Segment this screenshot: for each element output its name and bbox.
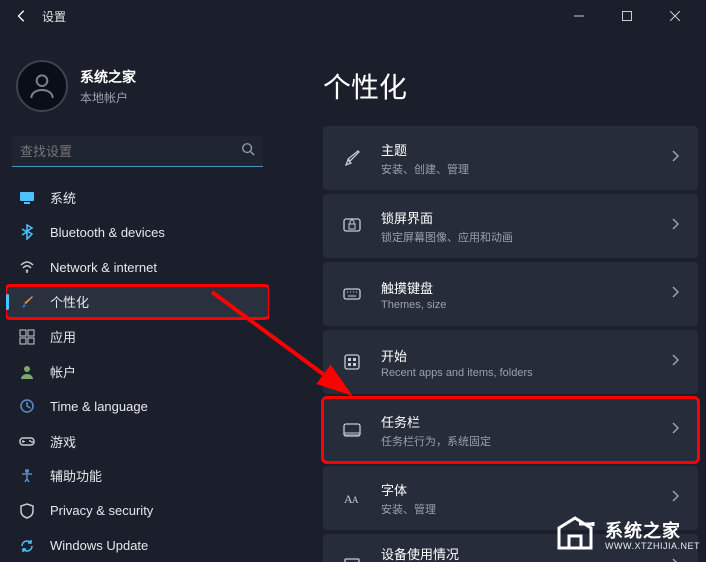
- chevron-right-icon: [670, 217, 680, 235]
- setting-title: 锁屏界面: [381, 208, 652, 227]
- sidebar-item-label: Privacy & security: [50, 503, 153, 518]
- setting-text: 触摸键盘 Themes, size: [381, 278, 652, 311]
- user-name: 系统之家: [80, 67, 136, 87]
- setting-text: 开始 Recent apps and items, folders: [381, 346, 652, 379]
- chevron-right-icon: [670, 421, 680, 439]
- search-box[interactable]: [12, 136, 263, 167]
- setting-item-taskbar[interactable]: 任务栏任务栏行为，系统固定: [323, 398, 698, 462]
- back-button[interactable]: [8, 2, 36, 30]
- maximize-button[interactable]: [604, 2, 650, 30]
- setting-subtitle: 任务栏行为，系统固定: [381, 433, 652, 449]
- setting-subtitle: 安装、创建、管理: [381, 161, 652, 177]
- setting-item-themes[interactable]: 主题安装、创建、管理: [323, 126, 698, 190]
- sidebar-item-privacy[interactable]: Privacy & security: [6, 494, 269, 527]
- setting-subtitle: Themes, size: [381, 299, 652, 311]
- chevron-right-icon: [670, 285, 680, 303]
- sidebar-item-apps[interactable]: 应用: [6, 320, 269, 353]
- setting-title: 字体: [381, 480, 652, 499]
- watermark-url: WWW.XTZHIJIA.NET: [605, 541, 700, 551]
- fonts-icon: AA: [341, 487, 363, 509]
- sidebar-item-accounts[interactable]: 帐户: [6, 355, 269, 388]
- minimize-button[interactable]: [556, 2, 602, 30]
- setting-item-touchkbd[interactable]: 触摸键盘 Themes, size: [323, 262, 698, 326]
- chevron-right-icon: [670, 557, 680, 562]
- setting-text: 任务栏任务栏行为，系统固定: [381, 412, 652, 449]
- sidebar-item-label: 应用: [50, 327, 76, 346]
- sidebar-item-time[interactable]: Time & language: [6, 390, 269, 423]
- watermark-text: 系统之家: [605, 517, 700, 543]
- chevron-right-icon: [670, 489, 680, 507]
- svg-text:A: A: [352, 495, 359, 505]
- setting-title: 主题: [381, 140, 652, 159]
- setting-title: 开始: [381, 346, 652, 365]
- setting-text: 锁屏界面锁定屏幕图像、应用和动画: [381, 208, 652, 245]
- keyboard-icon: [341, 283, 363, 305]
- sidebar-item-label: Network & internet: [50, 260, 157, 275]
- sidebar-item-label: 游戏: [50, 432, 76, 451]
- person-icon: [18, 363, 36, 381]
- window-title: 设置: [42, 8, 66, 25]
- sidebar-item-label: 系统: [50, 188, 76, 207]
- sidebar-item-label: 辅助功能: [50, 466, 102, 485]
- sidebar-item-bluetooth[interactable]: Bluetooth & devices: [6, 216, 269, 249]
- sidebar-item-accessibility[interactable]: 辅助功能: [6, 460, 269, 493]
- titlebar: 设置: [0, 0, 706, 32]
- lock-icon: [341, 215, 363, 237]
- update-icon: [18, 537, 36, 555]
- setting-title: 触摸键盘: [381, 278, 652, 297]
- shield-icon: [18, 502, 36, 520]
- paint-icon: [341, 147, 363, 169]
- sidebar-item-label: Time & language: [50, 399, 148, 414]
- apps-icon: [18, 328, 36, 346]
- sidebar-item-label: 个性化: [50, 292, 89, 311]
- chevron-right-icon: [670, 353, 680, 371]
- sidebar-item-update[interactable]: Windows Update: [6, 529, 269, 562]
- setting-item-start[interactable]: 开始 Recent apps and items, folders: [323, 330, 698, 394]
- close-button[interactable]: [652, 2, 698, 30]
- sidebar-item-gaming[interactable]: 游戏: [6, 425, 269, 458]
- monitor-icon: [18, 189, 36, 207]
- nav-list: 系统 Bluetooth & devices Network & internet 个…: [6, 181, 269, 562]
- avatar: [16, 60, 68, 112]
- gamepad-icon: [18, 432, 36, 450]
- setting-subtitle: 锁定屏幕图像、应用和动画: [381, 229, 652, 245]
- accessibility-icon: [18, 467, 36, 485]
- wifi-icon: [18, 258, 36, 276]
- sidebar-item-label: Bluetooth & devices: [50, 225, 165, 240]
- chevron-right-icon: [670, 149, 680, 167]
- watermark: 系统之家 WWW.XTZHIJIA.NET: [553, 514, 700, 554]
- sidebar: 系统之家 本地帐户 系统 Bluetooth & devices Network &…: [0, 32, 275, 562]
- page-title: 个性化: [323, 66, 698, 106]
- sidebar-item-system[interactable]: 系统: [6, 181, 269, 214]
- usage-icon: [341, 555, 363, 562]
- bluetooth-icon: [18, 223, 36, 241]
- setting-subtitle: Recent apps and items, folders: [381, 367, 652, 379]
- sidebar-item-label: Windows Update: [50, 538, 148, 553]
- setting-text: 字体安装、管理: [381, 480, 652, 517]
- clock-icon: [18, 397, 36, 415]
- user-account-type: 本地帐户: [80, 89, 136, 106]
- sidebar-item-network[interactable]: Network & internet: [6, 251, 269, 284]
- window-controls: [556, 2, 698, 30]
- setting-title: 任务栏: [381, 412, 652, 431]
- taskbar-icon: [341, 419, 363, 441]
- setting-item-lockscreen[interactable]: 锁屏界面锁定屏幕图像、应用和动画: [323, 194, 698, 258]
- sidebar-item-label: 帐户: [50, 362, 76, 381]
- sidebar-item-personalization[interactable]: 个性化: [6, 286, 269, 319]
- user-block[interactable]: 系统之家 本地帐户: [6, 40, 269, 132]
- start-icon: [341, 351, 363, 373]
- search-icon: [241, 142, 255, 161]
- setting-text: 主题安装、创建、管理: [381, 140, 652, 177]
- search-input[interactable]: [20, 144, 241, 159]
- main-content: 个性化 主题安装、创建、管理锁屏界面锁定屏幕图像、应用和动画触摸键盘 Themes…: [275, 32, 706, 562]
- setting-list: 主题安装、创建、管理锁屏界面锁定屏幕图像、应用和动画触摸键盘 Themes, si…: [323, 126, 698, 562]
- brush-icon: [18, 293, 36, 311]
